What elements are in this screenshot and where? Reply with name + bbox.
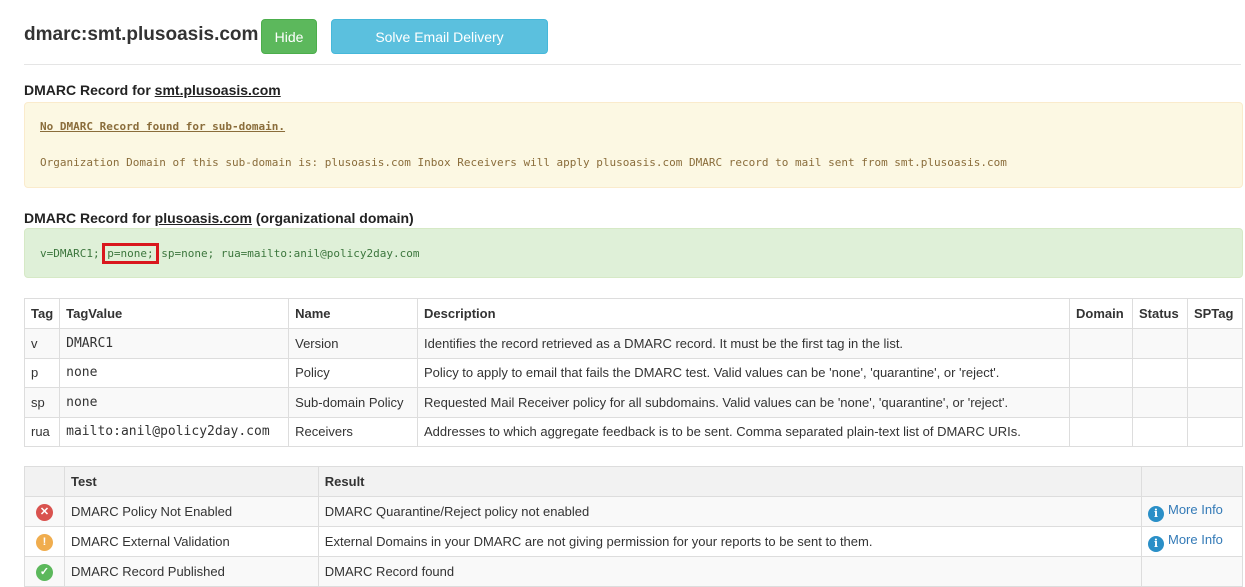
page-header: dmarc:smt.plusoasis.com Hide Solve Email… xyxy=(24,19,1241,80)
name-cell: Version xyxy=(288,328,419,359)
sptag-cell xyxy=(1186,328,1244,359)
col-result: Result xyxy=(317,466,1143,497)
table-row: ✓ DMARC Record Published DMARC Record fo… xyxy=(24,556,1243,587)
tagvalue-cell: mailto:anil@policy2day.com xyxy=(59,416,290,447)
test-results-table: Test Result ✕ DMARC Policy Not Enabled D… xyxy=(24,466,1243,587)
sptag-cell xyxy=(1186,387,1244,418)
col-status-icon xyxy=(24,466,65,497)
org-heading-prefix: DMARC Record for xyxy=(24,210,155,226)
more-info-link[interactable]: i More Info xyxy=(1148,501,1223,522)
tag-cell: rua xyxy=(23,416,61,447)
domain-cell xyxy=(1068,387,1133,418)
subdomain-heading: DMARC Record for smt.plusoasis.com xyxy=(24,82,281,98)
subdomain-warning-box: No DMARC Record found for sub-domain. Or… xyxy=(24,102,1243,188)
hide-button[interactable]: Hide xyxy=(261,19,317,54)
org-domain-heading: DMARC Record for plusoasis.com (organiza… xyxy=(24,210,414,226)
more-info-cell xyxy=(1141,556,1243,587)
record-rest-part: sp=none; rua=mailto:anil@policy2day.com xyxy=(154,247,420,260)
col-more-info xyxy=(1141,466,1243,497)
table-row: ✕ DMARC Policy Not Enabled DMARC Quarant… xyxy=(24,496,1243,527)
org-domain-message: Organization Domain of this sub-domain i… xyxy=(40,156,1007,169)
tag-cell: v xyxy=(23,328,61,359)
x-circle-icon: ✕ xyxy=(35,503,53,521)
sptag-cell xyxy=(1186,416,1244,447)
domain-cell xyxy=(1068,416,1133,447)
col-sptag: SPTag xyxy=(1186,298,1244,329)
more-info-label: More Info xyxy=(1168,531,1223,547)
status-cell: ! xyxy=(24,526,65,557)
domain-cell xyxy=(1068,357,1133,388)
description-cell: Policy to apply to email that fails the … xyxy=(417,357,1070,388)
more-info-link[interactable]: i More Info xyxy=(1148,531,1223,552)
test-cell: DMARC External Validation xyxy=(63,526,319,557)
more-info-cell: i More Info xyxy=(1141,496,1243,527)
subdomain-link[interactable]: smt.plusoasis.com xyxy=(155,82,281,98)
check-circle-icon: ✓ xyxy=(35,563,53,581)
status-cell xyxy=(1131,387,1188,418)
description-cell: Requested Mail Receiver policy for all s… xyxy=(417,387,1070,418)
tag-table: Tag TagValue Name Description Domain Sta… xyxy=(23,298,1244,447)
col-tag: Tag xyxy=(23,298,61,329)
page-title: dmarc:smt.plusoasis.com xyxy=(24,24,259,45)
description-cell: Identifies the record retrieved as a DMA… xyxy=(417,328,1070,359)
col-description: Description xyxy=(417,298,1070,329)
exclamation-circle-icon: ! xyxy=(35,533,53,551)
tagvalue-cell: none xyxy=(59,357,290,388)
status-cell: ✕ xyxy=(24,496,65,527)
test-cell: DMARC Record Published xyxy=(63,556,319,587)
table-row: rua mailto:anil@policy2day.com Receivers… xyxy=(23,416,1244,447)
info-circle-icon: i xyxy=(1148,505,1164,522)
table-row: v DMARC1 Version Identifies the record r… xyxy=(23,328,1244,359)
col-status: Status xyxy=(1131,298,1188,329)
name-cell: Receivers xyxy=(288,416,419,447)
col-domain: Domain xyxy=(1068,298,1133,329)
info-circle-icon: i xyxy=(1148,535,1164,552)
org-heading-suffix: (organizational domain) xyxy=(251,210,414,226)
more-info-label: More Info xyxy=(1168,501,1223,517)
page: dmarc:smt.plusoasis.com Hide Solve Email… xyxy=(0,0,1245,587)
record-policy-highlight: p=none; xyxy=(102,243,159,264)
tag-table-header: Tag TagValue Name Description Domain Sta… xyxy=(23,298,1244,329)
status-cell xyxy=(1131,416,1188,447)
col-test: Test xyxy=(63,466,319,497)
table-row: sp none Sub-domain Policy Requested Mail… xyxy=(23,387,1244,418)
result-cell: DMARC Record found xyxy=(317,556,1143,587)
table-row: p none Policy Policy to apply to email t… xyxy=(23,357,1244,388)
status-cell xyxy=(1131,328,1188,359)
table-row: ! DMARC External Validation External Dom… xyxy=(24,526,1243,557)
solve-email-problems-button[interactable]: Solve Email Delivery Problems xyxy=(331,19,548,80)
result-cell: External Domains in your DMARC are not g… xyxy=(317,526,1143,557)
tagvalue-cell: none xyxy=(59,387,290,418)
col-name: Name xyxy=(288,298,419,329)
description-cell: Addresses to which aggregate feedback is… xyxy=(417,416,1070,447)
name-cell: Policy xyxy=(288,357,419,388)
tagvalue-cell: DMARC1 xyxy=(59,328,290,359)
result-cell: DMARC Quarantine/Reject policy not enabl… xyxy=(317,496,1143,527)
name-cell: Sub-domain Policy xyxy=(288,387,419,418)
record-version-part: v=DMARC1; xyxy=(40,247,107,260)
status-cell xyxy=(1131,357,1188,388)
sptag-cell xyxy=(1186,357,1244,388)
tag-cell: sp xyxy=(23,387,61,418)
no-record-message: No DMARC Record found for sub-domain. xyxy=(40,120,286,133)
org-domain-link[interactable]: plusoasis.com xyxy=(155,210,252,226)
subdomain-heading-prefix: DMARC Record for xyxy=(24,82,155,98)
test-cell: DMARC Policy Not Enabled xyxy=(63,496,319,527)
tag-cell: p xyxy=(23,357,61,388)
dmarc-record-box: v=DMARC1; p=none; sp=none; rua=mailto:an… xyxy=(24,228,1243,278)
more-info-cell: i More Info xyxy=(1141,526,1243,557)
status-cell: ✓ xyxy=(24,556,65,587)
dmarc-record-text: v=DMARC1; p=none; sp=none; rua=mailto:an… xyxy=(40,243,420,264)
test-table-header: Test Result xyxy=(24,466,1243,497)
domain-cell xyxy=(1068,328,1133,359)
col-tagvalue: TagValue xyxy=(59,298,290,329)
